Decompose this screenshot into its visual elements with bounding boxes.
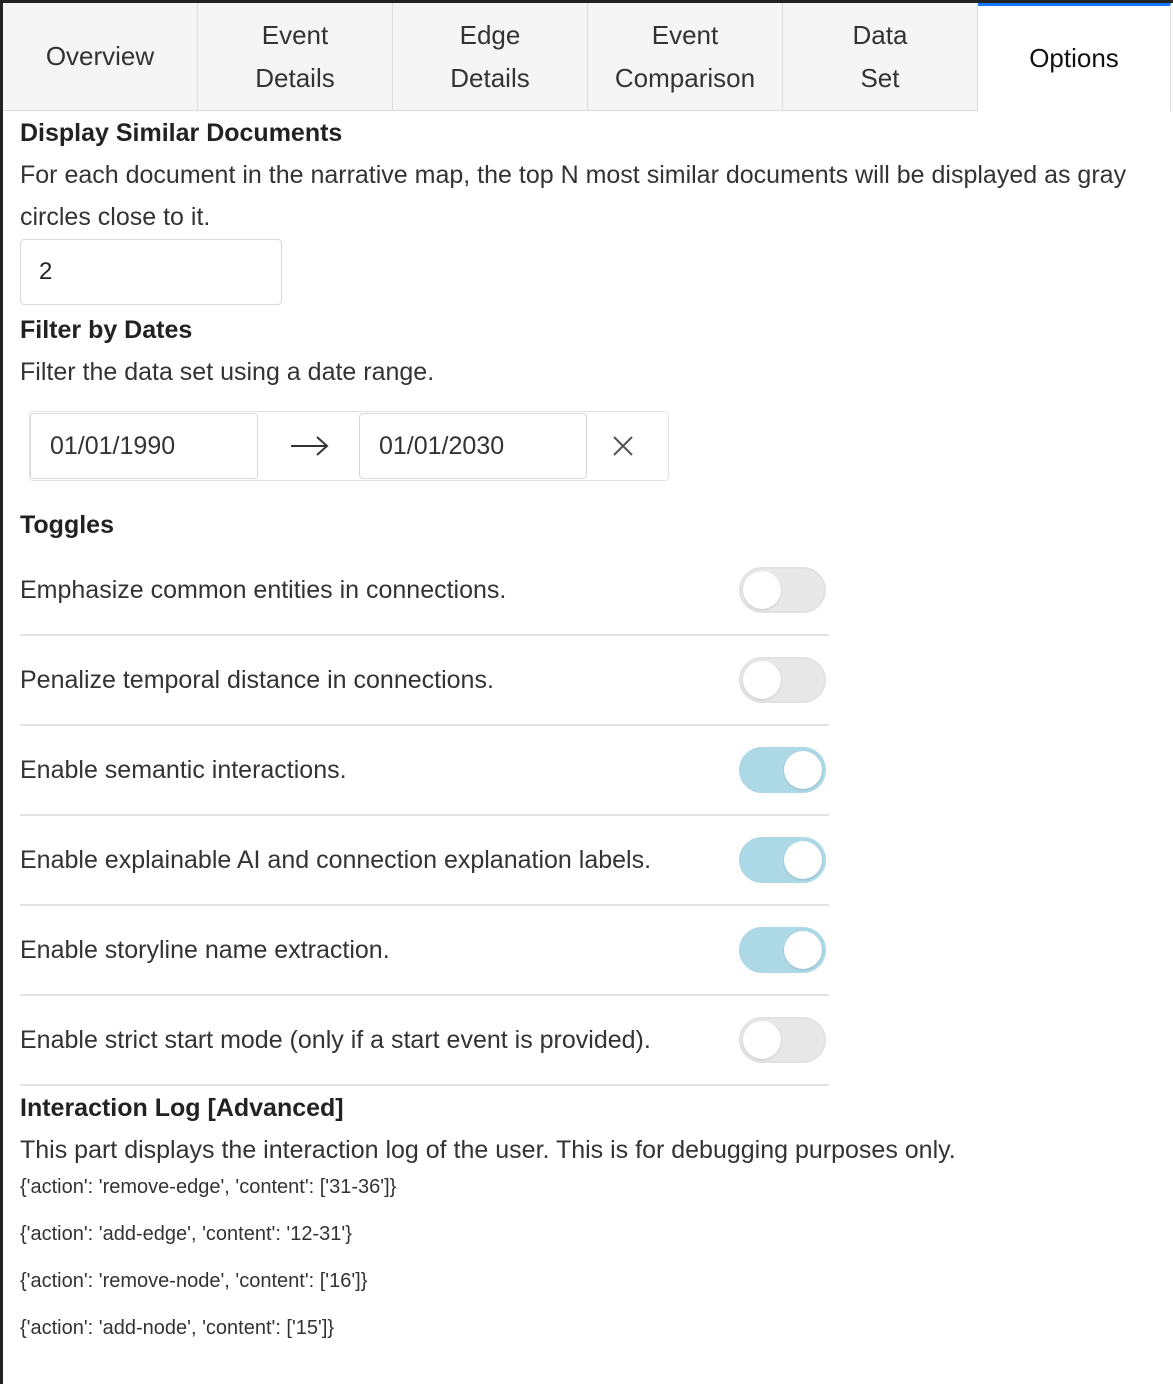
tab-event-details[interactable]: Event Details xyxy=(198,3,393,111)
tab-label: Event Comparison xyxy=(614,19,756,93)
tab-label: Overview xyxy=(45,41,155,71)
similar-docs-count-input[interactable] xyxy=(20,239,282,305)
toggles-title: Toggles xyxy=(20,511,114,539)
toggle-label: Emphasize common entities in connections… xyxy=(20,575,507,604)
switch-knob xyxy=(743,661,781,699)
tab-edge-details[interactable]: Edge Details xyxy=(393,3,588,111)
start-date-input[interactable] xyxy=(30,413,258,479)
toggle-row-explainable-ai: Enable explainable AI and connection exp… xyxy=(20,816,829,906)
filter-dates-title: Filter by Dates xyxy=(20,316,193,344)
toggle-row-storyline-names: Enable storyline name extraction. xyxy=(20,906,829,996)
toggle-row-penalize-temporal: Penalize temporal distance in connection… xyxy=(20,636,829,726)
date-range-picker xyxy=(29,411,669,481)
tab-label: Event Details xyxy=(255,19,335,93)
similar-docs-title: Display Similar Documents xyxy=(20,119,343,147)
log-entry: {'action': 'remove-edge', 'content': ['3… xyxy=(20,1176,397,1198)
log-entry: {'action': 'add-node', 'content': ['15']… xyxy=(20,1317,335,1339)
interaction-log-title: Interaction Log [Advanced] xyxy=(20,1094,344,1122)
tab-event-comparison[interactable]: Event Comparison xyxy=(588,3,783,111)
options-content: Display Similar Documents For each docum… xyxy=(20,112,1160,1352)
toggle-switch[interactable] xyxy=(739,927,826,973)
tab-overview[interactable]: Overview xyxy=(3,3,198,111)
toggle-label: Enable storyline name extraction. xyxy=(20,935,390,964)
toggle-switch[interactable] xyxy=(739,747,826,793)
toggle-label: Enable explainable AI and connection exp… xyxy=(20,845,652,874)
filter-dates-description: Filter the data set using a date range. xyxy=(20,358,435,386)
toggle-row-semantic-interactions: Enable semantic interactions. xyxy=(20,726,829,816)
interaction-log-list: {'action': 'remove-edge', 'content': ['3… xyxy=(20,1164,1160,1352)
similar-docs-description: For each document in the narrative map, … xyxy=(20,161,1127,231)
tab-bar: Overview Event Details Edge Details Event C… xyxy=(3,3,1171,111)
arrow-right-icon xyxy=(258,434,359,458)
tab-label: Data Set xyxy=(852,19,908,93)
switch-knob xyxy=(784,931,822,969)
switch-knob xyxy=(784,751,822,789)
toggle-switch[interactable] xyxy=(739,1017,826,1063)
log-entry: {'action': 'add-edge', 'content': '12-31… xyxy=(20,1223,352,1245)
switch-knob xyxy=(743,1021,781,1059)
log-entry: {'action': 'remove-node', 'content': ['1… xyxy=(20,1270,368,1292)
toggle-label: Enable semantic interactions. xyxy=(20,755,347,784)
toggle-switch[interactable] xyxy=(739,567,826,613)
end-date-input[interactable] xyxy=(359,413,587,479)
switch-knob xyxy=(743,571,781,609)
tab-data-set[interactable]: Data Set xyxy=(783,3,978,111)
toggle-row-emphasize-entities: Emphasize common entities in connections… xyxy=(20,546,829,636)
tab-label: Options xyxy=(1029,43,1119,73)
tab-label: Edge Details xyxy=(450,19,530,93)
switch-knob xyxy=(784,841,822,879)
toggle-switch[interactable] xyxy=(739,657,826,703)
toggle-label: Penalize temporal distance in connection… xyxy=(20,665,494,694)
close-icon[interactable] xyxy=(587,434,659,458)
toggle-label: Enable strict start mode (only if a star… xyxy=(20,1025,651,1054)
toggle-switch[interactable] xyxy=(739,837,826,883)
toggle-row-strict-start: Enable strict start mode (only if a star… xyxy=(20,996,829,1086)
tab-options[interactable]: Options xyxy=(978,3,1171,111)
